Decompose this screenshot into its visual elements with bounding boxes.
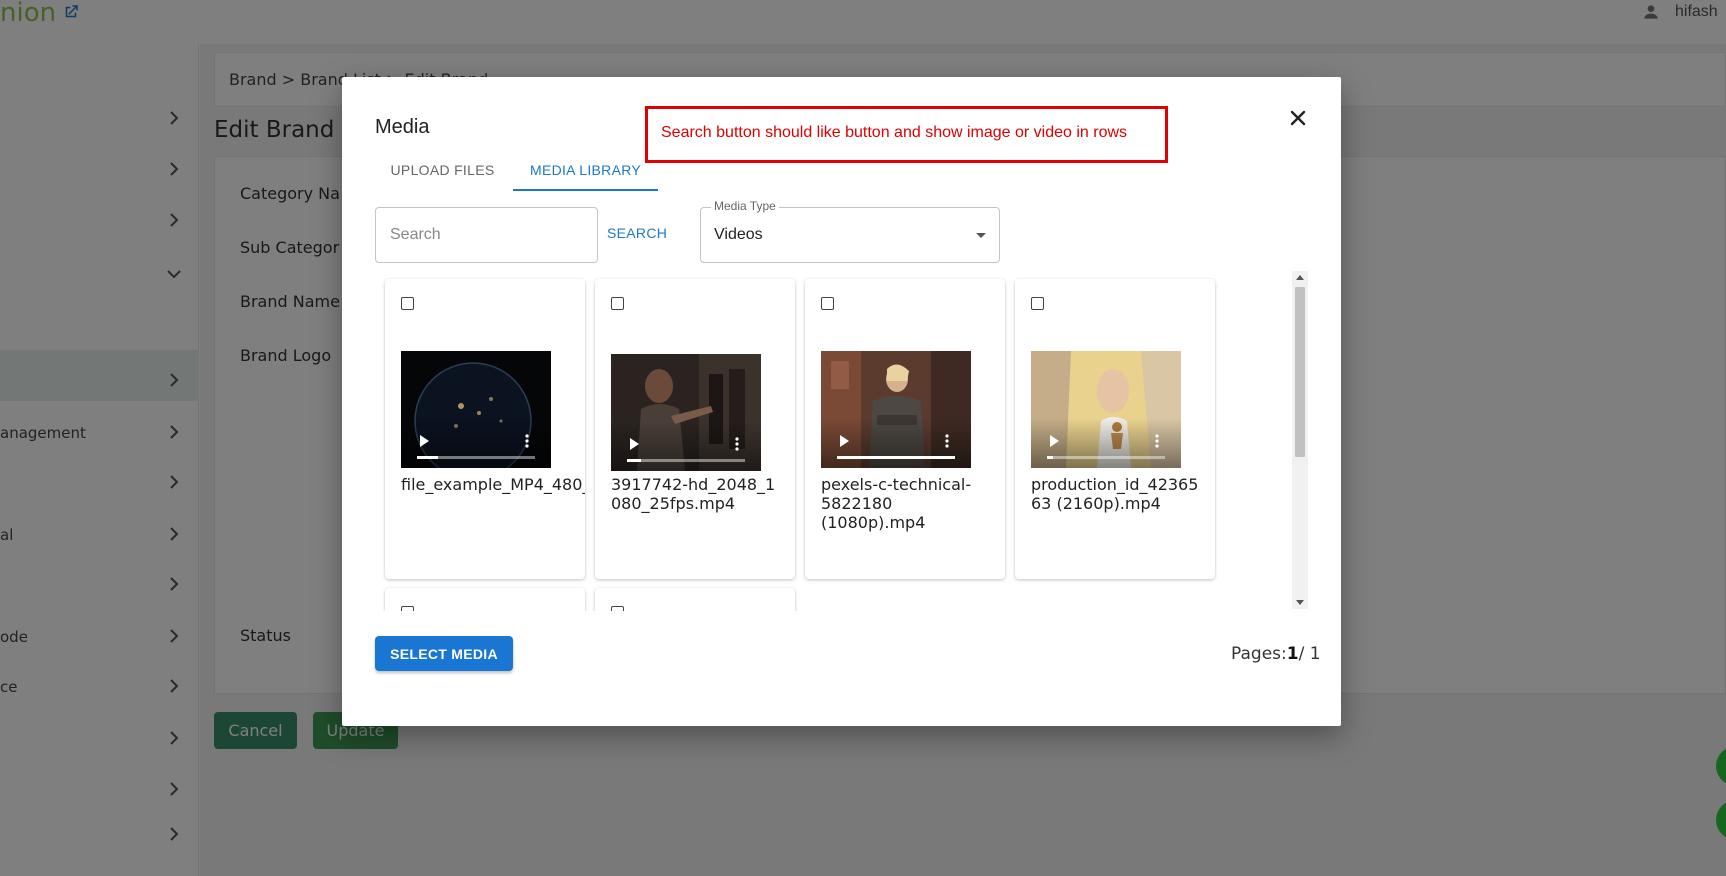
media-filename: 3917742-hd_2048_1080_25fps.mp4 (611, 475, 776, 513)
media-grid[interactable]: file_example_MP4_480_1_5MG.mp4 (375, 271, 1320, 611)
video-controls (1031, 418, 1181, 468)
video-progress-bar[interactable] (837, 456, 955, 459)
search-field (375, 207, 598, 263)
media-card[interactable] (385, 588, 585, 611)
pages-prefix: Pages: (1231, 644, 1287, 664)
media-card[interactable]: file_example_MP4_480_1_5MG.mp4 (385, 279, 585, 579)
close-icon[interactable] (1284, 104, 1312, 132)
media-grid-scrollbar[interactable] (1292, 271, 1308, 609)
pages-total: / 1 (1298, 644, 1321, 664)
media-filename: file_example_MP4_480_1_5MG.mp4 (401, 475, 585, 494)
media-type-label: Media Type (711, 199, 779, 213)
media-type-value: Videos (714, 226, 763, 243)
video-progress-fill (627, 459, 642, 462)
video-progress-fill (837, 456, 955, 459)
media-filename: production_id_4236563 (2160p).mp4 (1031, 475, 1199, 513)
more-options-icon[interactable] (735, 437, 739, 451)
review-annotation-text: Search button should like button and sho… (661, 124, 1128, 141)
more-options-icon[interactable] (945, 434, 949, 448)
search-input[interactable] (377, 209, 596, 261)
video-controls (401, 418, 551, 468)
more-options-icon[interactable] (1155, 434, 1159, 448)
play-icon[interactable] (420, 435, 429, 447)
video-progress-bar[interactable] (1047, 456, 1165, 459)
media-checkbox[interactable] (821, 297, 834, 310)
media-card[interactable]: 3917742-hd_2048_1080_25fps.mp4 (595, 279, 795, 579)
video-thumbnail[interactable] (611, 354, 761, 471)
video-thumbnail[interactable] (821, 351, 971, 468)
media-checkbox[interactable] (1031, 297, 1044, 310)
play-icon[interactable] (840, 435, 849, 447)
video-thumbnail[interactable] (401, 351, 551, 468)
video-progress-fill (1047, 456, 1053, 459)
dropdown-arrow-icon (976, 233, 986, 238)
video-thumbnail[interactable] (1031, 351, 1181, 468)
tab-upload-files[interactable]: UPLOAD FILES (375, 157, 510, 191)
search-button[interactable]: SEARCH (607, 225, 667, 241)
media-filename: pexels-c-technical-5822180 (1080p).mp4 (821, 475, 972, 532)
video-progress-bar[interactable] (417, 456, 535, 459)
modal-title: Media (375, 116, 430, 138)
current-page: 1 (1286, 644, 1299, 664)
select-media-button[interactable]: SELECT MEDIA (375, 636, 513, 671)
review-annotation-box: Search button should like button and sho… (645, 106, 1168, 163)
video-controls (611, 421, 761, 471)
tab-media-library[interactable]: MEDIA LIBRARY (513, 157, 658, 191)
media-checkbox[interactable] (611, 606, 624, 611)
scrollbar-thumb[interactable] (1295, 287, 1305, 457)
more-options-icon[interactable] (525, 434, 529, 448)
media-checkbox[interactable] (611, 297, 624, 310)
media-checkbox[interactable] (401, 606, 414, 611)
scroll-down-arrow-icon[interactable] (1296, 600, 1304, 605)
media-card[interactable]: pexels-c-technical-5822180 (1080p).mp4 (805, 279, 1005, 579)
media-card[interactable] (595, 588, 795, 611)
pagination-info: Pages:1/ 1 (1231, 644, 1321, 664)
play-icon[interactable] (630, 438, 639, 450)
media-type-select[interactable]: Media Type Videos (700, 199, 1000, 263)
scroll-up-arrow-icon[interactable] (1296, 275, 1304, 280)
media-modal: Media Search button should like button a… (342, 77, 1341, 726)
video-progress-fill (417, 456, 439, 459)
video-progress-bar[interactable] (627, 459, 745, 462)
media-card[interactable]: production_id_4236563 (2160p).mp4 (1015, 279, 1215, 579)
video-controls (821, 418, 971, 468)
play-icon[interactable] (1050, 435, 1059, 447)
media-checkbox[interactable] (401, 297, 414, 310)
